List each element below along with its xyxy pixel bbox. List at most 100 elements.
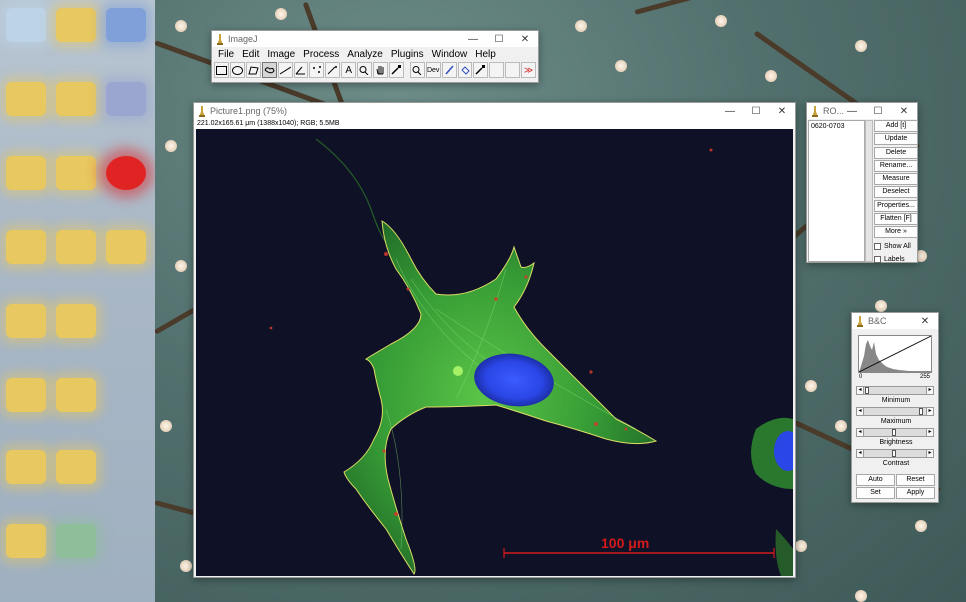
slider-left-arrow[interactable]: ◂ [856,428,864,437]
close-button[interactable]: ✕ [769,103,795,119]
hand-tool-icon[interactable] [373,62,388,78]
labels-checkbox[interactable]: Labels [874,253,918,266]
slider-right-arrow[interactable]: ▸ [926,407,934,416]
checkbox-box[interactable] [874,242,881,250]
menu-edit[interactable]: Edit [238,49,263,60]
multipoint-tool-icon[interactable] [309,62,325,78]
developer-menu-button[interactable]: Dev [425,62,441,78]
minimum-slider[interactable]: ◂ ▸ [856,386,934,395]
minimize-button[interactable]: — [460,31,486,47]
folder-icon[interactable] [6,82,46,116]
roi-titlebar[interactable]: RO... — ☐ ✕ [807,103,917,119]
slider-thumb[interactable] [919,408,923,415]
slider-track[interactable] [864,449,926,458]
desktop-icon[interactable] [106,8,146,42]
checkbox-box[interactable] [874,255,881,263]
folder-icon[interactable] [56,304,96,338]
close-button[interactable]: ✕ [912,313,938,329]
wand-tool-icon[interactable] [325,62,341,78]
maximize-button[interactable]: ☐ [486,31,512,47]
folder-icon[interactable] [6,304,46,338]
spare-tool-slot[interactable] [505,62,521,78]
bc-titlebar[interactable]: B&C ✕ [852,313,938,329]
brush-tool-icon[interactable] [441,62,457,78]
polygon-tool-icon[interactable] [245,62,261,78]
slider-left-arrow[interactable]: ◂ [856,386,864,395]
desktop-icon[interactable] [6,8,46,42]
slider-thumb[interactable] [892,450,896,457]
slider-track[interactable] [864,407,926,416]
close-button[interactable]: ✕ [891,103,917,119]
menu-file[interactable]: File [214,49,238,60]
slider-track[interactable] [864,428,926,437]
slider-right-arrow[interactable]: ▸ [926,386,934,395]
desktop-icon[interactable] [106,156,146,190]
auto-button[interactable]: Auto [856,474,895,486]
menu-help[interactable]: Help [471,49,500,60]
roi-more-button[interactable]: More » [874,226,918,239]
menu-analyze[interactable]: Analyze [343,49,387,60]
text-tool-icon[interactable]: A [341,62,357,78]
angle-tool-icon[interactable] [293,62,309,78]
contrast-slider[interactable]: ◂ ▸ [856,449,934,458]
folder-icon[interactable] [6,524,46,558]
brightness-slider[interactable]: ◂ ▸ [856,428,934,437]
magnifying-glass-icon[interactable] [357,62,373,78]
desktop-icon[interactable] [56,524,96,558]
folder-icon[interactable] [6,230,46,264]
zoom-tool-icon[interactable] [409,62,425,78]
roi-properties-button[interactable]: Properties... [874,199,918,212]
slider-track[interactable] [864,386,926,395]
folder-icon[interactable] [6,378,46,412]
folder-icon[interactable] [56,450,96,484]
desktop-icon[interactable] [106,82,146,116]
menu-window[interactable]: Window [428,49,472,60]
roi-list[interactable]: 0620-0703 [808,120,865,262]
maximum-slider[interactable]: ◂ ▸ [856,407,934,416]
more-tools-button[interactable]: ≫ [521,62,537,78]
folder-icon[interactable] [56,8,96,42]
show-all-checkbox[interactable]: Show All [874,240,918,253]
rectangle-tool-icon[interactable] [214,62,229,78]
roi-deselect-button[interactable]: Deselect [874,186,918,199]
roi-delete-button[interactable]: Delete [874,146,918,159]
color-picker-icon[interactable] [388,62,404,78]
oval-tool-icon[interactable] [229,62,245,78]
menu-image[interactable]: Image [263,49,299,60]
roi-flatten-button[interactable]: Flatten [F] [874,213,918,226]
roi-update-button[interactable]: Update [874,133,918,146]
menu-plugins[interactable]: Plugins [387,49,428,60]
folder-icon[interactable] [56,156,96,190]
maximize-button[interactable]: ☐ [743,103,769,119]
flood-fill-icon[interactable] [457,62,473,78]
reset-button[interactable]: Reset [896,474,935,486]
folder-icon[interactable] [56,378,96,412]
spare-tool-slot[interactable] [489,62,505,78]
folder-icon[interactable] [56,82,96,116]
slider-thumb[interactable] [865,387,869,394]
image-canvas[interactable]: 100 μm [196,129,793,576]
minimize-button[interactable]: — [839,103,865,119]
apply-button[interactable]: Apply [896,487,935,499]
slider-left-arrow[interactable]: ◂ [856,449,864,458]
roi-add-button[interactable]: Add [t] [874,120,918,132]
slider-left-arrow[interactable]: ◂ [856,407,864,416]
image-titlebar[interactable]: Picture1.png (75%) — ☐ ✕ [194,103,795,119]
imagej-titlebar[interactable]: ImageJ — ☐ ✕ [212,31,538,47]
menu-process[interactable]: Process [299,49,343,60]
slider-right-arrow[interactable]: ▸ [926,449,934,458]
roi-rename-button[interactable]: Rename... [874,159,918,172]
folder-icon[interactable] [6,156,46,190]
folder-icon[interactable] [56,230,96,264]
freehand-tool-icon[interactable] [261,62,277,78]
slider-right-arrow[interactable]: ▸ [926,428,934,437]
minimize-button[interactable]: — [717,103,743,119]
roi-measure-button[interactable]: Measure [874,173,918,186]
folder-icon[interactable] [106,230,146,264]
roi-list-item[interactable]: 0620-0703 [809,121,864,132]
close-button[interactable]: ✕ [512,31,538,47]
pipette-icon[interactable] [473,62,489,78]
set-button[interactable]: Set [856,487,895,499]
line-tool-icon[interactable] [277,62,293,78]
folder-icon[interactable] [6,450,46,484]
